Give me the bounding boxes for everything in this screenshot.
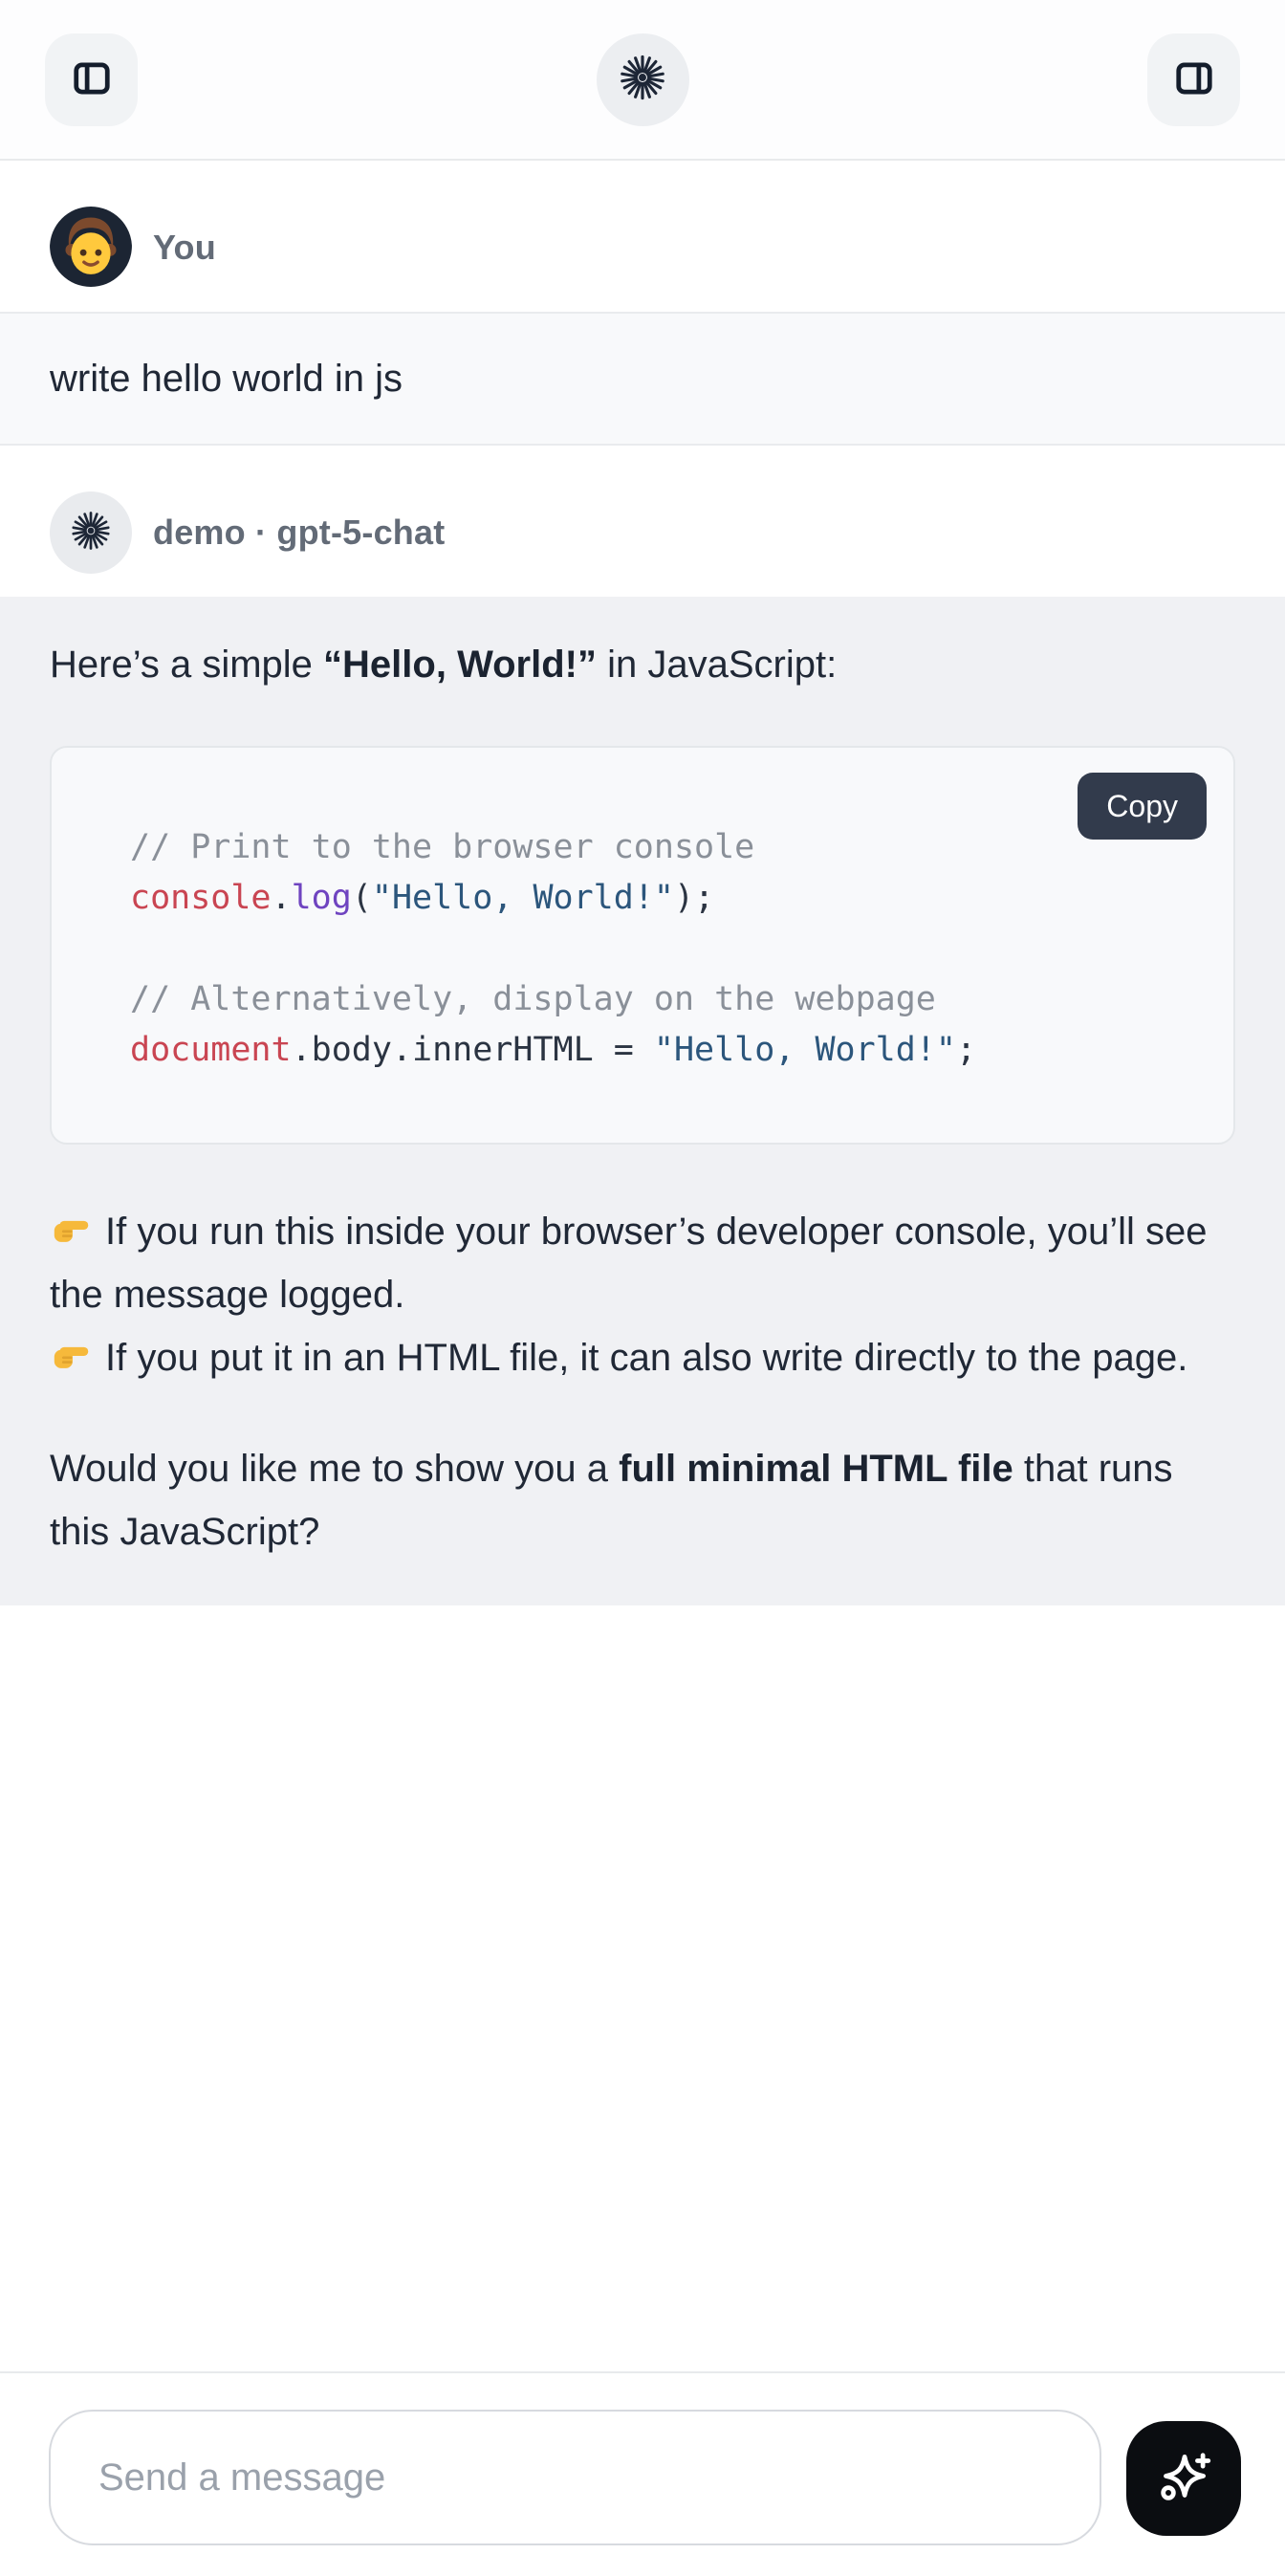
app-logo [597,33,689,126]
panel-right-icon [1169,54,1219,106]
send-button[interactable] [1126,2421,1241,2536]
right-panel-toggle-button[interactable] [1147,33,1240,126]
user-author-label: You [153,228,216,268]
intro-bold: “Hello, World!” [323,644,597,686]
assistant-message-header: demo · gpt-5-chat [0,446,1285,597]
starburst-icon [616,51,669,109]
pointing-right-icon [50,1207,94,1251]
assistant-message-body: Here’s a simple “Hello, World!” in JavaS… [0,597,1285,1605]
closing-bold: full minimal HTML file [619,1448,1013,1490]
starburst-icon [68,508,114,558]
assistant-author-label: demo · gpt-5-chat [153,513,445,553]
assistant-message: demo · gpt-5-chat Here’s a simple “Hello… [0,446,1285,1605]
composer-bar [0,2371,1285,2576]
user-message: You write hello world in js [0,161,1285,446]
sidebar-toggle-button[interactable] [45,33,138,126]
code-block: Copy // Print to the browser consolecons… [50,746,1235,1145]
code-content: // Print to the browser consoleconsole.l… [130,822,1195,1076]
user-message-bubble: write hello world in js [0,312,1285,446]
user-message-text: write hello world in js [50,358,403,401]
user-message-header: You [0,161,1285,312]
message-input[interactable] [49,2410,1101,2545]
user-avatar [50,207,132,289]
person-emoji-icon [50,207,132,289]
assistant-tips: If you run this inside your browser’s de… [50,1200,1235,1389]
assistant-intro-text: Here’s a simple “Hello, World!” in JavaS… [50,633,1235,696]
tip-line: If you put it in an HTML file, it can al… [50,1326,1235,1389]
top-bar [0,0,1285,161]
chat-screen: You write hello world in js demo · gpt-5… [0,0,1285,2576]
pointing-right-icon [50,1333,94,1377]
assistant-closing-text: Would you like me to show you a full min… [50,1437,1235,1563]
copy-button[interactable]: Copy [1078,773,1207,840]
tip-line: If you run this inside your browser’s de… [50,1200,1235,1326]
chat-thread: You write hello world in js demo · gpt-5… [0,161,1285,1605]
panel-left-icon [67,54,117,106]
assistant-avatar [50,491,132,574]
sparkle-icon [1152,2446,1215,2512]
